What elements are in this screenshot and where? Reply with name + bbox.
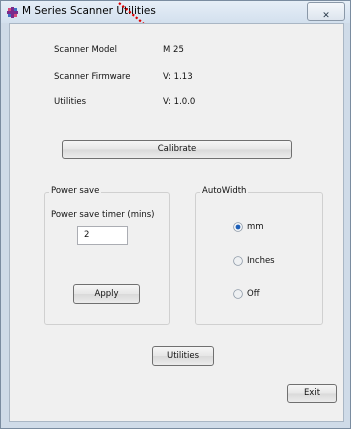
- radio-unselected-icon: [233, 256, 243, 266]
- power-save-group: Power save Power save timer (mins) 2 App…: [44, 186, 170, 325]
- main-panel: Scanner Model M 25 Scanner Firmware V: 1…: [9, 23, 344, 422]
- title-bar[interactable]: M Series Scanner Utilities ✕: [1, 1, 350, 23]
- autowidth-option-label: mm: [247, 222, 264, 232]
- power-save-timer-input[interactable]: 2: [77, 226, 128, 245]
- autowidth-option-mm[interactable]: mm: [233, 221, 293, 235]
- close-button[interactable]: ✕: [307, 2, 345, 21]
- utilities-version-label: Utilities: [54, 97, 86, 107]
- power-save-timer-label: Power save timer (mins): [51, 210, 155, 220]
- calibrate-button[interactable]: Calibrate: [62, 140, 292, 159]
- scanner-model-value: M 25: [163, 45, 184, 55]
- autowidth-option-label: Off: [247, 289, 260, 299]
- radio-unselected-icon: [233, 289, 243, 299]
- autowidth-option-label: Inches: [247, 256, 275, 266]
- exit-button[interactable]: Exit: [287, 384, 337, 403]
- scanner-model-label: Scanner Model: [54, 45, 117, 55]
- scanner-firmware-value: V: 1.13: [163, 72, 193, 82]
- autowidth-option-off[interactable]: Off: [233, 288, 293, 302]
- scanner-app-icon: [7, 7, 18, 18]
- utilities-button[interactable]: Utilities: [152, 346, 214, 366]
- autowidth-group-title: AutoWidth: [200, 186, 249, 196]
- scanner-firmware-label: Scanner Firmware: [54, 72, 131, 82]
- apply-button[interactable]: Apply: [73, 284, 140, 304]
- autowidth-option-inches[interactable]: Inches: [233, 255, 293, 269]
- scanner-utilities-window: M Series Scanner Utilities ✕ Scanner Mod…: [0, 0, 351, 429]
- power-save-group-title: Power save: [49, 186, 102, 196]
- utilities-version-value: V: 1.0.0: [163, 97, 196, 107]
- radio-selected-icon: [233, 222, 243, 232]
- autowidth-group: AutoWidth mm Inches Off: [195, 186, 323, 325]
